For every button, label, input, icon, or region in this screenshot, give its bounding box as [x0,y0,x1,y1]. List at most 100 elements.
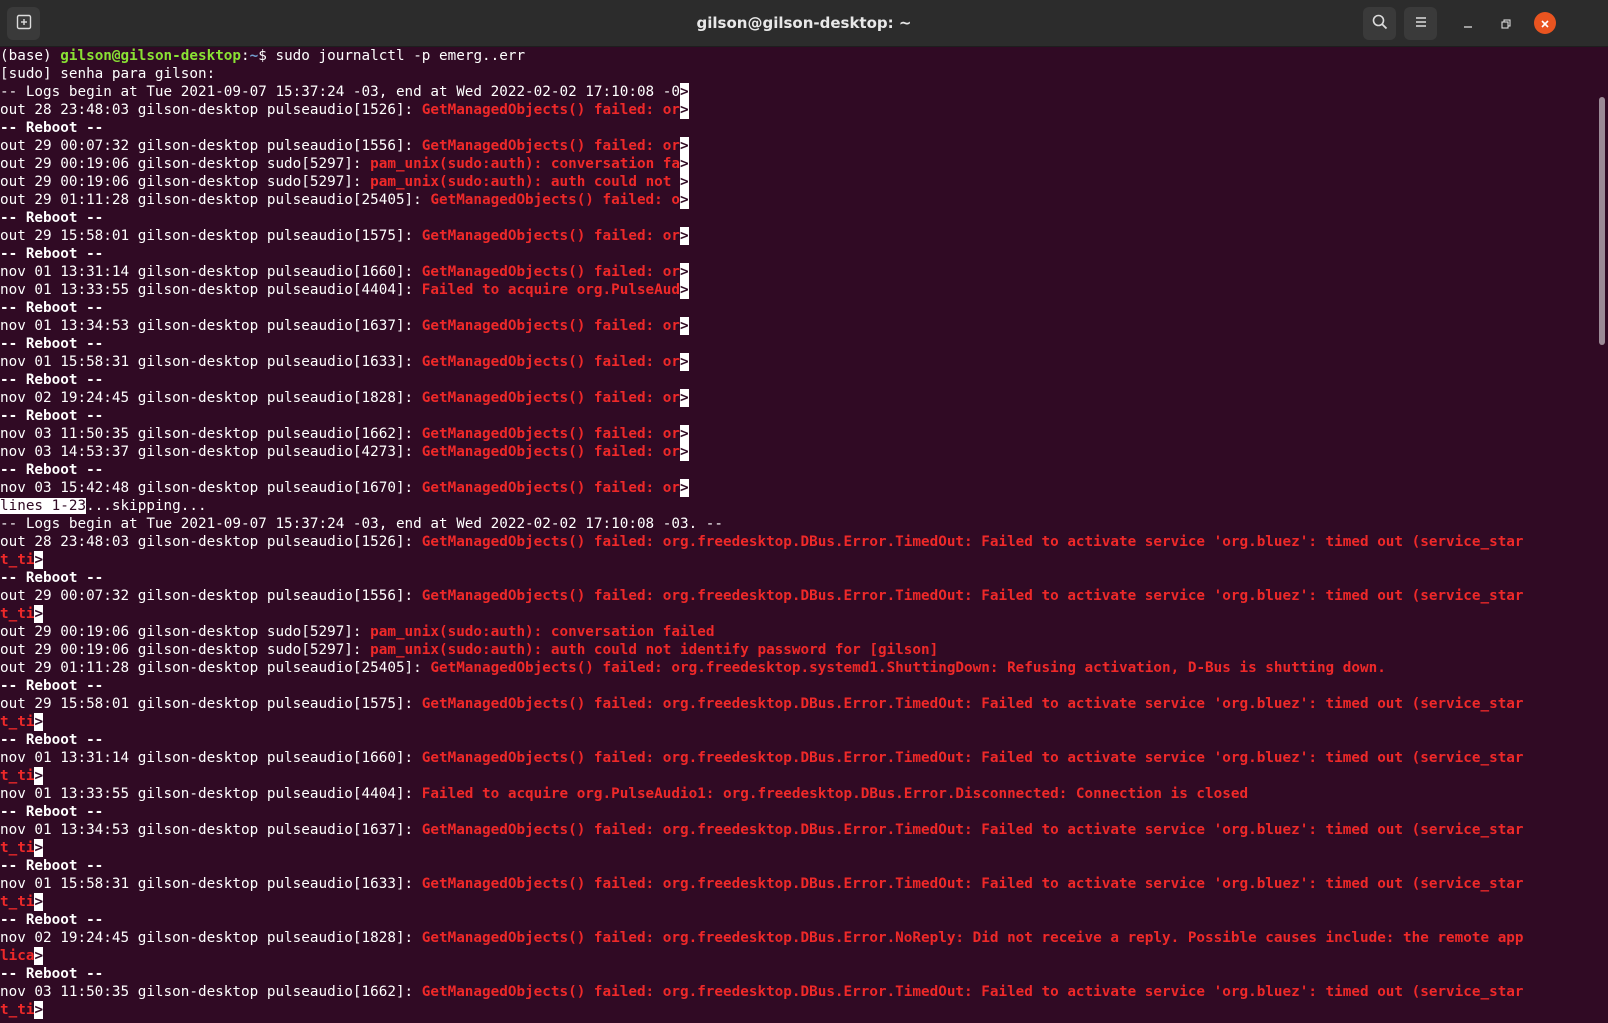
log-prefix: nov 01 13:34:53 gilson-desktop pulseaudi… [0,822,422,838]
maximize-button[interactable] [1495,12,1517,34]
log-message: GetManagedObjects() failed: o [430,192,680,208]
log-prefix: nov 03 15:42:48 gilson-desktop pulseaudi… [0,480,422,496]
truncation-marker: > [34,839,44,857]
log-message-continuation: t_ti [0,552,35,568]
log-line: nov 02 19:24:45 gilson-desktop pulseaudi… [0,389,1596,407]
reboot-text: -- Reboot -- [0,966,104,982]
log-prefix: out 29 00:19:06 gilson-desktop sudo[5297… [0,174,371,190]
log-line: out 29 00:19:06 gilson-desktop sudo[5297… [0,173,1596,191]
search-button[interactable] [1363,7,1396,40]
log-prefix: out 29 01:11:28 gilson-desktop pulseaudi… [0,660,431,676]
log-line: nov 01 13:34:53 gilson-desktop pulseaudi… [0,317,1596,335]
maximize-icon [1501,14,1511,33]
reboot-marker: -- Reboot -- [0,245,1596,263]
log-line: out 29 00:19:06 gilson-desktop sudo[5297… [0,155,1596,173]
log-line: nov 03 14:53:37 gilson-desktop pulseaudi… [0,443,1596,461]
log-prefix: nov 01 15:58:31 gilson-desktop pulseaudi… [0,876,422,892]
prompt-symbol: $ [258,48,276,64]
log-message: GetManagedObjects() failed: or [421,480,680,496]
log-prefix: out 29 00:19:06 gilson-desktop sudo[5297… [0,156,371,172]
log-line: nov 01 13:33:55 gilson-desktop pulseaudi… [0,785,1596,803]
truncation-marker: > [680,83,689,101]
reboot-text: -- Reboot -- [0,462,104,478]
log-line: nov 01 13:31:14 gilson-desktop pulseaudi… [0,749,1596,767]
truncation-marker: > [680,263,689,281]
log-line: t_ti> [0,1001,1596,1019]
log-message: GetManagedObjects() failed: or [421,138,680,154]
log-message: pam_unix(sudo:auth): conversation fa [370,156,680,172]
scrollbar[interactable] [1596,47,1608,1023]
log-text: [sudo] senha para gilson: [0,66,216,82]
log-message: GetManagedObjects() failed: or [421,354,680,370]
log-line: t_ti> [0,893,1596,911]
log-message: GetManagedObjects() failed: or [421,228,680,244]
prompt-directory: ~ [249,48,259,64]
log-prefix: nov 01 13:33:55 gilson-desktop pulseaudi… [0,786,422,802]
log-message: GetManagedObjects() failed: org.freedesk… [421,876,1524,892]
log-line: t_ti> [0,713,1596,731]
reboot-text: -- Reboot -- [0,732,104,748]
minimize-button[interactable] [1457,12,1479,34]
truncation-marker: > [680,227,689,245]
log-line: nov 03 11:50:35 gilson-desktop pulseaudi… [0,425,1596,443]
truncation-marker: > [680,479,689,497]
log-prefix: out 29 00:19:06 gilson-desktop sudo[5297… [0,624,371,640]
reboot-marker: -- Reboot -- [0,803,1596,821]
log-line: nov 01 15:58:31 gilson-desktop pulseaudi… [0,353,1596,371]
menu-button[interactable] [1404,7,1437,40]
log-message-continuation: t_ti [0,840,35,856]
log-prefix: out 28 23:48:03 gilson-desktop pulseaudi… [0,102,422,118]
truncation-marker: > [34,767,44,785]
reboot-text: -- Reboot -- [0,120,104,136]
log-line: t_ti> [0,767,1596,785]
truncation-marker: > [34,713,44,731]
log-text: -- Logs begin at Tue 2021-09-07 15:37:24… [0,84,680,100]
log-line: out 29 15:58:01 gilson-desktop pulseaudi… [0,227,1596,245]
log-prefix: nov 01 13:33:55 gilson-desktop pulseaudi… [0,282,422,298]
hamburger-menu-icon [1414,14,1428,33]
truncation-marker: > [34,947,44,965]
reboot-marker: -- Reboot -- [0,965,1596,983]
log-message: GetManagedObjects() failed: org.freedesk… [421,696,1524,712]
close-button[interactable] [1534,12,1556,34]
truncation-marker: > [680,173,689,191]
log-line: nov 03 11:50:35 gilson-desktop pulseaudi… [0,983,1596,1001]
truncation-marker: > [680,389,689,407]
reboot-marker: -- Reboot -- [0,677,1596,695]
log-prefix: out 28 23:48:03 gilson-desktop pulseaudi… [0,534,422,550]
reboot-marker: -- Reboot -- [0,731,1596,749]
log-prefix: out 29 00:07:32 gilson-desktop pulseaudi… [0,588,422,604]
terminal-output[interactable]: (base) gilson@gilson-desktop:~$ sudo jou… [0,47,1596,1023]
log-message: GetManagedObjects() failed: org.freedesk… [430,660,1386,676]
log-message-continuation: t_ti [0,894,35,910]
minimize-icon [1463,14,1473,33]
log-line: out 28 23:48:03 gilson-desktop pulseaudi… [0,533,1596,551]
log-prefix: nov 03 11:50:35 gilson-desktop pulseaudi… [0,426,422,442]
truncation-marker: > [680,191,689,209]
log-line: out 29 00:19:06 gilson-desktop sudo[5297… [0,623,1596,641]
title-bar: gilson@gilson-desktop: ~ [0,0,1608,47]
prompt-line: (base) gilson@gilson-desktop:~$ sudo jou… [0,47,1596,65]
log-message: GetManagedObjects() failed: org.freedesk… [421,822,1524,838]
pager-status-line: lines 1-23...skipping... [0,497,1596,515]
log-line: out 29 01:11:28 gilson-desktop pulseaudi… [0,191,1596,209]
log-message: GetManagedObjects() failed: or [421,264,680,280]
reboot-text: -- Reboot -- [0,210,104,226]
reboot-marker: -- Reboot -- [0,911,1596,929]
truncation-marker: > [680,281,689,299]
pager-skipping-text: ...skipping... [86,498,207,514]
reboot-text: -- Reboot -- [0,912,104,928]
search-icon [1372,14,1388,34]
log-prefix: nov 03 14:53:37 gilson-desktop pulseaudi… [0,444,422,460]
reboot-text: -- Reboot -- [0,336,104,352]
log-message: pam_unix(sudo:auth): auth could not iden… [370,642,939,658]
log-line: [sudo] senha para gilson: [0,65,1596,83]
command-text: sudo journalctl -p emerg..err [275,48,526,64]
prompt-user-host: gilson@gilson-desktop [60,48,242,64]
scrollbar-thumb[interactable] [1599,97,1605,345]
log-prefix: out 29 15:58:01 gilson-desktop pulseaudi… [0,228,422,244]
truncation-marker: > [34,1001,44,1019]
log-line: t_ti> [0,551,1596,569]
log-message: GetManagedObjects() failed: or [421,390,680,406]
reboot-marker: -- Reboot -- [0,569,1596,587]
